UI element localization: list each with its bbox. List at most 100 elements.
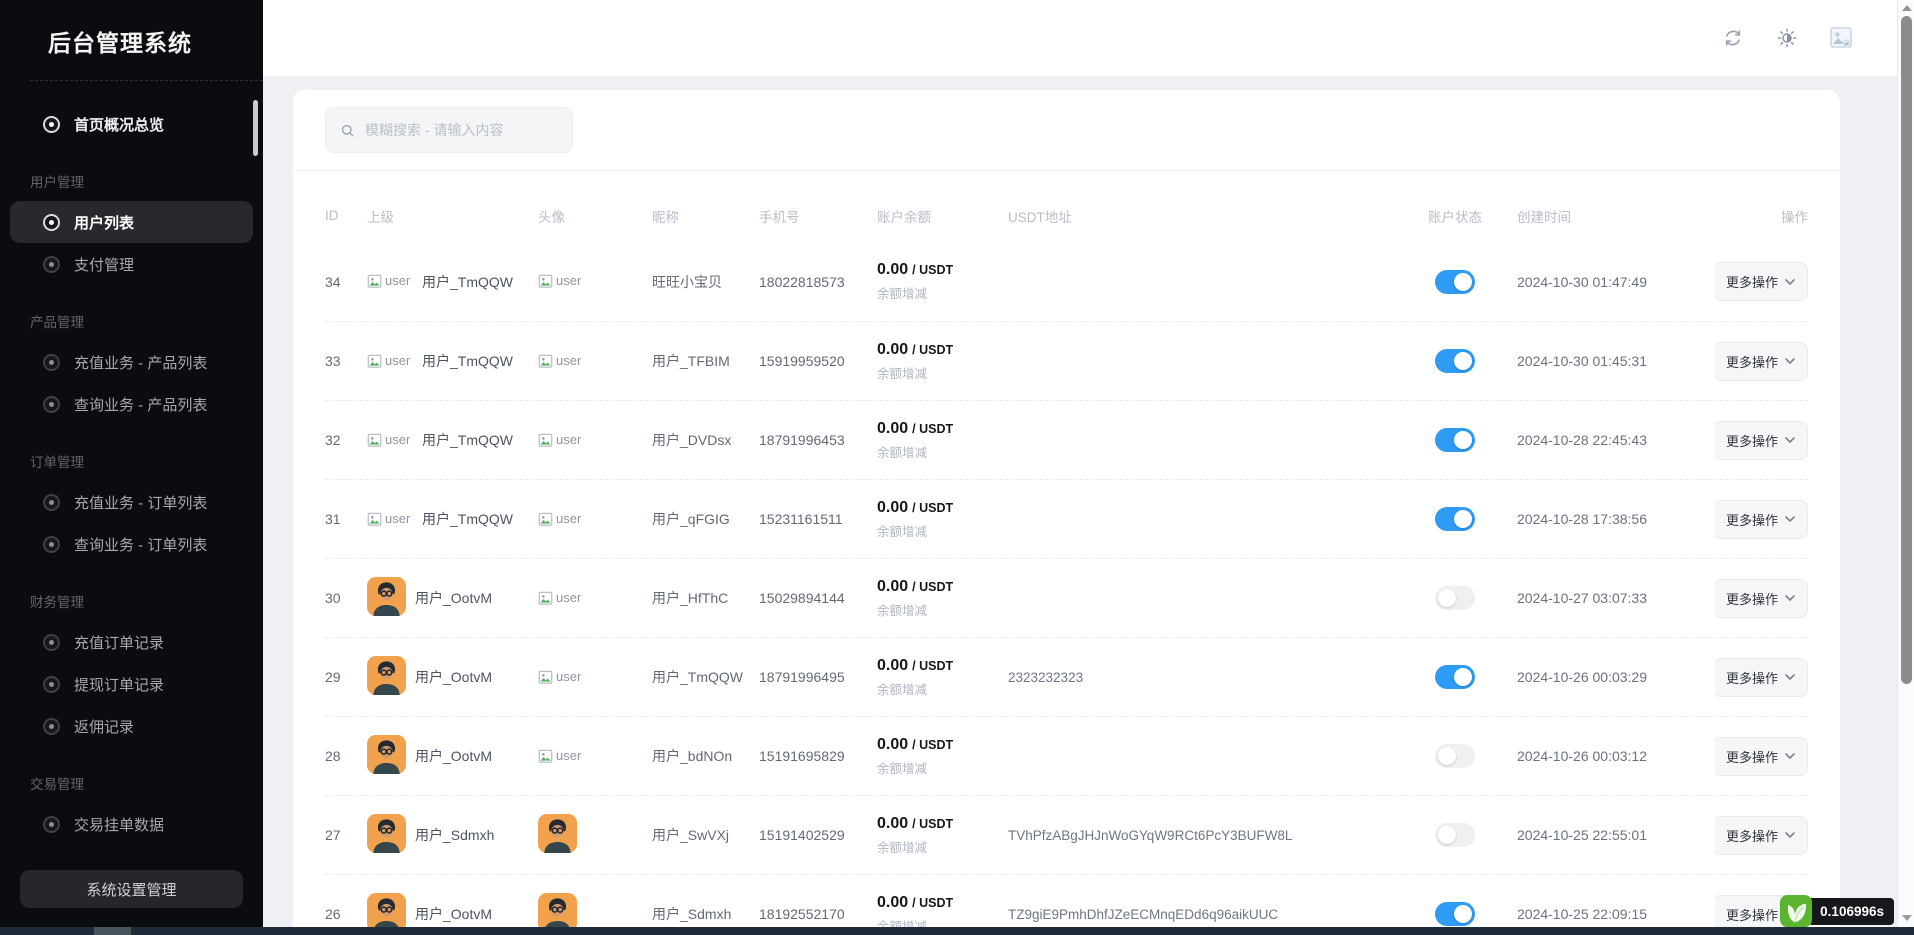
balance-currency: / USDT bbox=[912, 263, 953, 277]
column-header: USDT地址 bbox=[1008, 206, 1405, 226]
sidebar-item[interactable]: 返佣记录 bbox=[10, 705, 253, 747]
broken-avatar: user bbox=[538, 353, 584, 370]
theme-toggle-icon[interactable] bbox=[1775, 26, 1799, 50]
broken-image-alt-text: user bbox=[385, 353, 410, 368]
sidebar-item-label: 首页概况总览 bbox=[74, 114, 164, 135]
more-actions-button[interactable]: 更多操作 bbox=[1715, 579, 1808, 618]
balance-value: 0.00 bbox=[877, 815, 908, 832]
more-actions-button[interactable]: 更多操作 bbox=[1715, 658, 1808, 697]
status-toggle[interactable] bbox=[1435, 349, 1475, 373]
status-cell bbox=[1405, 428, 1505, 452]
actions-cell: 更多操作 bbox=[1715, 579, 1808, 618]
more-actions-button[interactable]: 更多操作 bbox=[1715, 500, 1808, 539]
sidebar-item[interactable]: 充值订单记录 bbox=[10, 621, 253, 663]
balance-amount: 0.00/ USDT bbox=[877, 261, 1008, 279]
user-id-cell: 27 bbox=[325, 827, 367, 843]
parent-user-cell: 用户_OotvM bbox=[367, 893, 538, 927]
nickname-cell: 用户_DVDsx bbox=[652, 430, 759, 450]
status-toggle[interactable] bbox=[1435, 823, 1475, 847]
parent-user-cell: 用户_OotvM bbox=[367, 656, 538, 698]
broken-image-icon bbox=[538, 590, 553, 607]
balance-adjust-link[interactable]: 余额增减 bbox=[877, 600, 1008, 619]
nickname-cell: 用户_TmQQW bbox=[652, 667, 759, 687]
sidebar-item[interactable]: 充值业务 - 订单列表 bbox=[10, 481, 253, 523]
parent-user-cell: 用户_Sdmxh bbox=[367, 814, 538, 856]
sidebar-item-label: 充值订单记录 bbox=[74, 632, 164, 653]
sidebar-item[interactable]: 充值业务 - 产品列表 bbox=[10, 341, 253, 383]
scrollbar-down-arrow[interactable] bbox=[1902, 915, 1912, 921]
column-header: 头像 bbox=[538, 206, 652, 226]
parent-user-name: 用户_Sdmxh bbox=[415, 825, 494, 845]
broken-avatar: user bbox=[538, 511, 584, 528]
status-cell bbox=[1405, 665, 1505, 689]
user-photo-avatar bbox=[538, 893, 577, 927]
page-scrollbar[interactable] bbox=[1897, 0, 1914, 927]
search-input[interactable] bbox=[365, 122, 558, 138]
status-toggle[interactable] bbox=[1435, 665, 1475, 689]
balance-cell: 0.00/ USDT余额增减 bbox=[877, 578, 1008, 619]
more-actions-button[interactable]: 更多操作 bbox=[1715, 342, 1808, 381]
balance-cell: 0.00/ USDT余额增减 bbox=[877, 341, 1008, 382]
more-actions-button[interactable]: 更多操作 bbox=[1715, 421, 1808, 460]
user-id-cell: 34 bbox=[325, 274, 367, 290]
column-header-label: ID bbox=[325, 208, 339, 223]
balance-adjust-link[interactable]: 余额增减 bbox=[877, 837, 1008, 856]
scrollbar-up-arrow[interactable] bbox=[1902, 5, 1912, 11]
sidebar-item-label: 支付管理 bbox=[74, 254, 134, 275]
avatar-cell bbox=[538, 814, 652, 856]
render-time-badge: 0.106996s bbox=[1808, 898, 1894, 925]
broken-image-alt-text: user bbox=[556, 511, 581, 526]
more-actions-button[interactable]: 更多操作 bbox=[1715, 816, 1808, 855]
broken-avatar: user bbox=[367, 432, 413, 449]
parent-user-name: 用户_OotvM bbox=[415, 904, 492, 924]
sidebar-scrollbar-thumb[interactable] bbox=[253, 100, 258, 156]
balance-amount: 0.00/ USDT bbox=[877, 657, 1008, 675]
status-toggle[interactable] bbox=[1435, 586, 1475, 610]
status-toggle[interactable] bbox=[1435, 902, 1475, 926]
sidebar-item[interactable]: 首页概况总览 bbox=[10, 103, 253, 145]
toggle-knob bbox=[1454, 905, 1472, 923]
chevron-down-icon bbox=[1785, 437, 1795, 443]
balance-adjust-link[interactable]: 余额增减 bbox=[877, 758, 1008, 777]
balance-cell: 0.00/ USDT余额增减 bbox=[877, 499, 1008, 540]
more-actions-button[interactable]: 更多操作 bbox=[1715, 262, 1808, 301]
more-actions-label: 更多操作 bbox=[1726, 826, 1778, 845]
balance-amount: 0.00/ USDT bbox=[877, 420, 1008, 438]
user-photo-avatar bbox=[367, 735, 406, 774]
phone-cell: 18192552170 bbox=[759, 906, 877, 922]
sidebar-item[interactable]: 查询业务 - 产品列表 bbox=[10, 383, 253, 425]
settings-button[interactable]: 系统设置管理 bbox=[20, 870, 243, 908]
balance-adjust-link[interactable]: 余额增减 bbox=[877, 442, 1008, 461]
sidebar-item[interactable]: 查询业务 - 订单列表 bbox=[10, 523, 253, 565]
menu-dot-icon bbox=[43, 676, 60, 693]
parent-user-name: 用户_OotvM bbox=[415, 667, 492, 687]
search-box[interactable] bbox=[325, 107, 573, 153]
phone-cell: 15919959520 bbox=[759, 353, 877, 369]
phone-cell: 15231161511 bbox=[759, 511, 877, 527]
nickname-cell: 用户_qFGIG bbox=[652, 509, 759, 529]
more-actions-button[interactable]: 更多操作 bbox=[1715, 737, 1808, 776]
nickname-cell: 用户_TFBIM bbox=[652, 351, 759, 371]
perf-plugin-icon[interactable] bbox=[1779, 894, 1813, 928]
status-toggle[interactable] bbox=[1435, 507, 1475, 531]
status-toggle[interactable] bbox=[1435, 428, 1475, 452]
balance-adjust-link[interactable]: 余额增减 bbox=[877, 283, 1008, 302]
sidebar-item[interactable]: 提现订单记录 bbox=[10, 663, 253, 705]
balance-adjust-link[interactable]: 余额增减 bbox=[877, 363, 1008, 382]
balance-adjust-link[interactable]: 余额增减 bbox=[877, 916, 1008, 928]
balance-adjust-link[interactable]: 余额增减 bbox=[877, 521, 1008, 540]
sidebar-item[interactable]: 交易挂单数据 bbox=[10, 803, 253, 845]
sidebar-item[interactable]: 用户列表 bbox=[10, 201, 253, 243]
sidebar-item-label: 充值业务 - 产品列表 bbox=[74, 352, 207, 373]
scrollbar-thumb[interactable] bbox=[1901, 16, 1912, 684]
table-row: 30用户_OotvMuser用户_HfThC150298941440.00/ U… bbox=[325, 558, 1808, 637]
user-avatar-icon[interactable] bbox=[1829, 26, 1853, 50]
sidebar-item[interactable]: 支付管理 bbox=[10, 243, 253, 285]
more-actions-label: 更多操作 bbox=[1726, 352, 1778, 371]
status-toggle[interactable] bbox=[1435, 270, 1475, 294]
balance-adjust-link[interactable]: 余额增减 bbox=[877, 679, 1008, 698]
broken-image-alt-text: user bbox=[556, 748, 581, 763]
refresh-icon[interactable] bbox=[1721, 26, 1745, 50]
created-time-cell: 2024-10-25 22:09:15 bbox=[1505, 906, 1715, 922]
status-toggle[interactable] bbox=[1435, 744, 1475, 768]
